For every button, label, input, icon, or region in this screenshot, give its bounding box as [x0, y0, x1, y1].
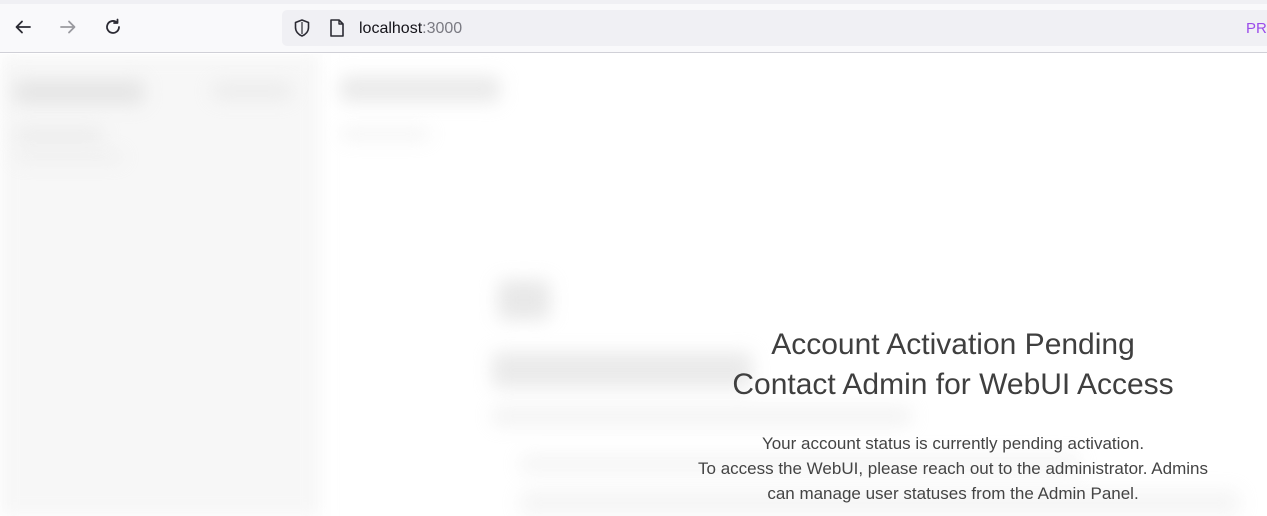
blurred-header-title: [340, 76, 500, 102]
private-browsing-label: PR: [1246, 20, 1267, 37]
overlay-title: Account Activation Pending Contact Admin…: [640, 325, 1266, 405]
overlay-description: Your account status is currently pending…: [640, 431, 1266, 506]
address-bar[interactable]: localhost:3000 PR: [282, 10, 1267, 46]
title-line-2: Contact Admin for WebUI Access: [732, 368, 1174, 401]
reload-icon: [106, 18, 120, 34]
desc-line-1: Your account status is currently pending…: [761, 434, 1145, 453]
page-icon[interactable]: [328, 18, 346, 38]
url-host: localhost: [359, 20, 423, 37]
browser-toolbar: localhost:3000 PR: [0, 0, 1267, 53]
desc-line-3: can manage user statuses from the Admin …: [767, 484, 1139, 503]
url-text[interactable]: localhost:3000: [359, 19, 462, 39]
blurred-sidebar-item: [14, 128, 104, 142]
blurred-logo: [14, 80, 144, 104]
blurred-sidebar-item: [14, 152, 124, 162]
back-button[interactable]: [8, 12, 38, 42]
forward-button[interactable]: [53, 12, 83, 42]
shield-icon[interactable]: [292, 18, 312, 38]
url-port: :3000: [422, 20, 463, 37]
reload-button[interactable]: [98, 12, 128, 42]
blurred-header-item: [212, 82, 292, 100]
forward-arrow-icon: [60, 20, 76, 34]
back-arrow-icon: [15, 20, 31, 34]
blurred-sidebar: [0, 54, 320, 516]
blurred-header-subtitle: [340, 128, 430, 140]
desc-line-2: To access the WebUI, please reach out to…: [698, 459, 1208, 478]
title-line-1: Account Activation Pending: [771, 328, 1135, 361]
blurred-avatar: [498, 280, 550, 320]
activation-pending-overlay: Account Activation Pending Contact Admin…: [640, 325, 1266, 506]
tab-strip-edge: [0, 0, 1267, 4]
